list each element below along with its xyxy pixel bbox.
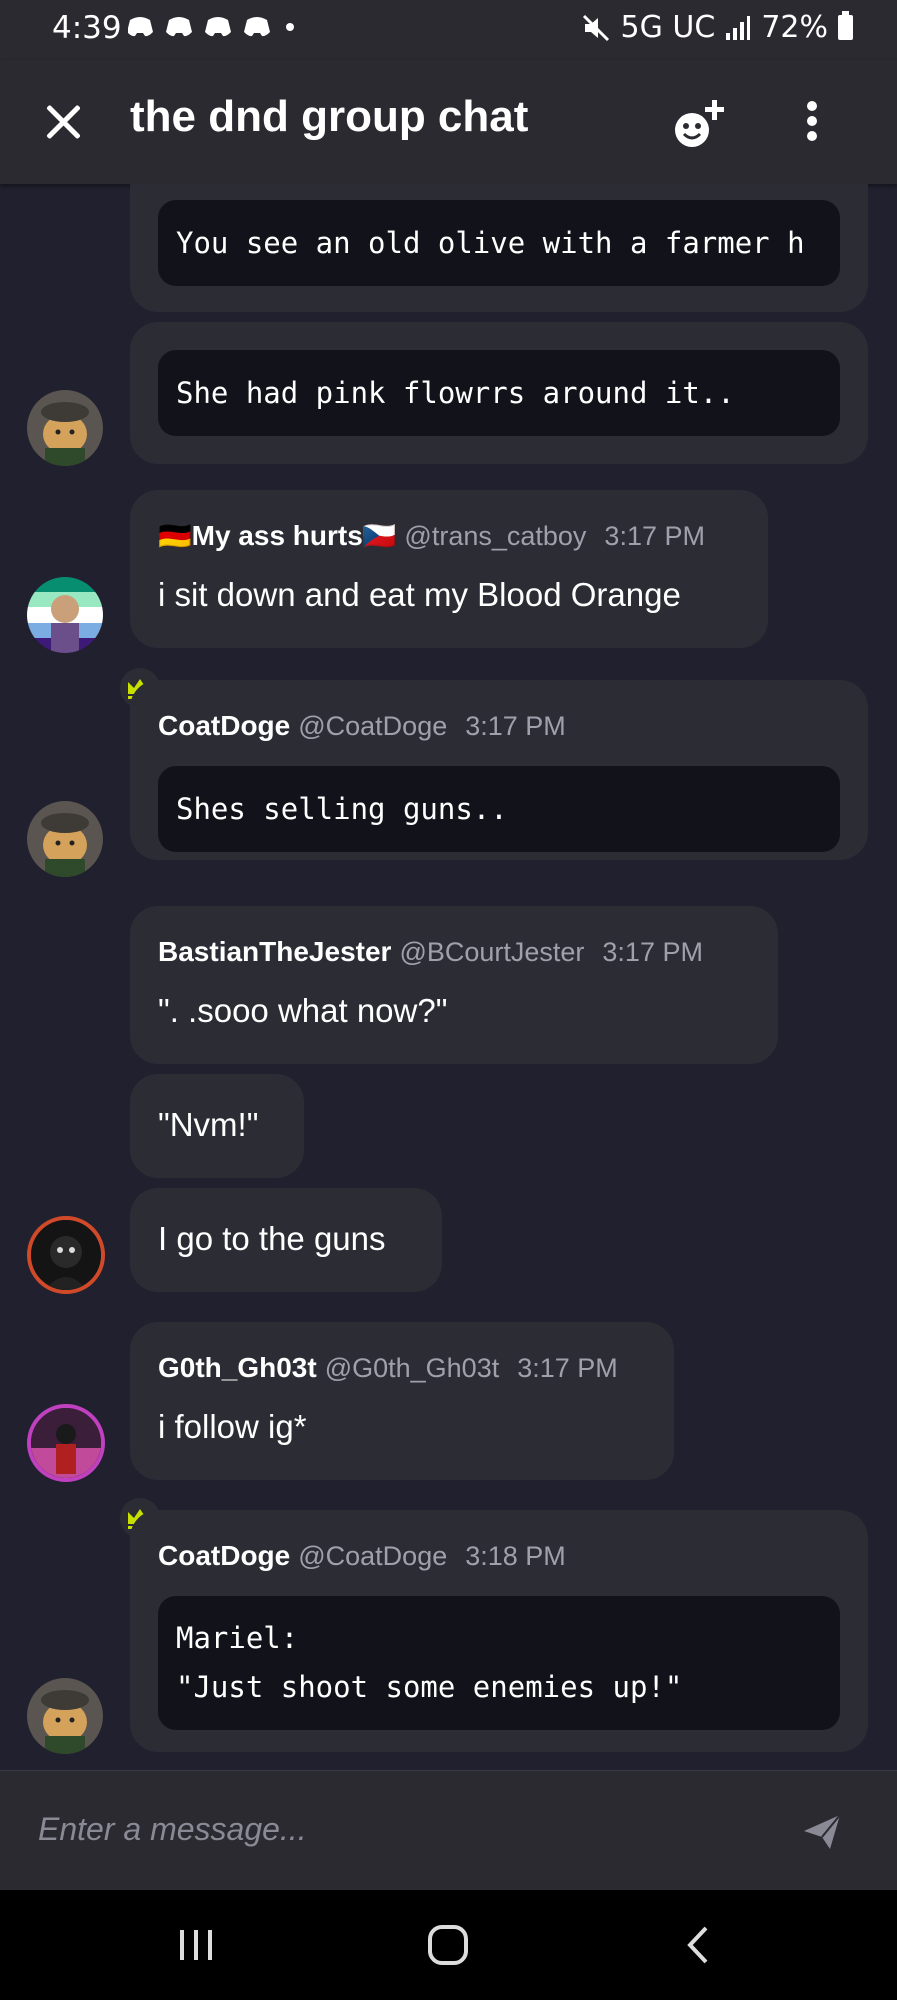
code-block: You see an old olive with a farmer h xyxy=(158,200,840,286)
goth-avatar-icon xyxy=(31,1408,101,1478)
status-time: 4:39 xyxy=(52,10,122,46)
message-bubble[interactable]: I go to the guns xyxy=(130,1188,442,1292)
signal-icon xyxy=(726,15,751,40)
system-nav-bar xyxy=(0,1890,897,2000)
add-reaction-icon[interactable] xyxy=(670,96,730,156)
message-input[interactable]: Enter a message... xyxy=(38,1811,307,1848)
message-time: 3:17 PM xyxy=(604,521,705,551)
author-handle: @trans_catboy xyxy=(404,521,587,551)
avatar[interactable] xyxy=(27,1404,105,1482)
doge-avatar-icon xyxy=(27,801,103,877)
avatar[interactable] xyxy=(27,390,103,466)
message-time: 3:18 PM xyxy=(465,1541,566,1571)
author-name[interactable]: My ass hurts xyxy=(192,520,363,551)
flag-right: 🇨🇿 xyxy=(362,521,397,551)
code-block: Mariel: "Just shoot some enemies up!" xyxy=(158,1596,840,1730)
author-handle: @CoatDoge xyxy=(298,1541,448,1571)
doge-avatar-icon xyxy=(27,1678,103,1754)
message-time: 3:17 PM xyxy=(602,937,703,967)
avatar[interactable] xyxy=(27,1678,103,1754)
notification-icons xyxy=(127,12,298,48)
jester-avatar-icon xyxy=(31,1220,101,1290)
flag-avatar-icon xyxy=(27,577,103,653)
flag-left: 🇩🇪 xyxy=(158,521,192,551)
avatar[interactable] xyxy=(27,577,103,653)
message-bubble[interactable]: She had pink flowrrs around it.. xyxy=(130,322,868,464)
author-name[interactable]: CoatDoge xyxy=(158,710,290,741)
discord-icon xyxy=(127,17,294,37)
message-bubble[interactable]: BastianTheJester @BCourtJester 3:17 PM ". … xyxy=(130,906,778,1064)
author-handle: @CoatDoge xyxy=(298,711,448,741)
message-text: i sit down and eat my Blood Orange xyxy=(158,576,681,613)
message-bubble[interactable]: "Nvm!" xyxy=(130,1074,304,1178)
message-text: ". .sooo what now?" xyxy=(158,992,448,1029)
message-bubble[interactable]: CoatDoge @CoatDoge 3:18 PM Mariel: "Just s… xyxy=(130,1510,868,1752)
author-name[interactable]: G0th_Gh03t xyxy=(158,1352,317,1383)
avatar[interactable] xyxy=(27,801,103,877)
recent-apps-icon[interactable] xyxy=(166,1920,226,1970)
message-composer: Enter a message... xyxy=(0,1770,897,1891)
message-meta: BastianTheJester @BCourtJester 3:17 PM xyxy=(158,936,703,968)
more-options-button[interactable] xyxy=(796,96,828,156)
message-meta: 🇩🇪My ass hurts🇨🇿 @trans_catboy 3:17 PM xyxy=(158,520,705,552)
message-bubble[interactable]: CoatDoge @CoatDoge 3:17 PM Shes selling gu… xyxy=(130,680,868,860)
doge-avatar-icon xyxy=(27,390,103,466)
message-meta: G0th_Gh03t @G0th_Gh03t 3:17 PM xyxy=(158,1352,618,1384)
message-text: i follow ig* xyxy=(158,1408,307,1445)
send-icon[interactable] xyxy=(800,1809,844,1853)
message-text: "Nvm!" xyxy=(158,1106,259,1143)
battery-percent: 72% xyxy=(761,10,828,45)
network-label: 5G UC xyxy=(620,10,716,45)
code-block: She had pink flowrrs around it.. xyxy=(158,350,840,436)
close-button[interactable] xyxy=(40,98,88,146)
avatar[interactable] xyxy=(27,1216,105,1294)
status-bar: 4:39 5G UC 72% xyxy=(0,0,897,60)
message-time: 3:17 PM xyxy=(517,1353,618,1383)
message-meta: CoatDoge @CoatDoge 3:18 PM xyxy=(158,1540,566,1572)
battery-icon xyxy=(838,11,853,40)
back-icon[interactable] xyxy=(670,1920,730,1970)
message-bubble[interactable]: You see an old olive with a farmer h xyxy=(130,184,868,312)
message-bubble[interactable]: G0th_Gh03t @G0th_Gh03t 3:17 PM i follow ig… xyxy=(130,1322,674,1480)
author-handle: @G0th_Gh03t xyxy=(324,1353,500,1383)
message-bubble[interactable]: 🇩🇪My ass hurts🇨🇿 @trans_catboy 3:17 PM i s… xyxy=(130,490,768,648)
home-icon[interactable] xyxy=(418,1920,478,1970)
author-name[interactable]: CoatDoge xyxy=(158,1540,290,1571)
code-block: Shes selling guns.. xyxy=(158,766,840,852)
mute-icon xyxy=(582,14,609,41)
message-text: I go to the guns xyxy=(158,1220,386,1257)
message-meta: CoatDoge @CoatDoge 3:17 PM xyxy=(158,710,566,742)
chat-header: the dnd group chat xyxy=(0,60,897,184)
message-list[interactable]: You see an old olive with a farmer h She… xyxy=(0,184,897,1770)
author-name[interactable]: BastianTheJester xyxy=(158,936,391,967)
status-right: 5G UC 72% xyxy=(581,10,853,45)
author-handle: @BCourtJester xyxy=(399,937,585,967)
page-title: the dnd group chat xyxy=(130,92,529,141)
message-time: 3:17 PM xyxy=(465,711,566,741)
